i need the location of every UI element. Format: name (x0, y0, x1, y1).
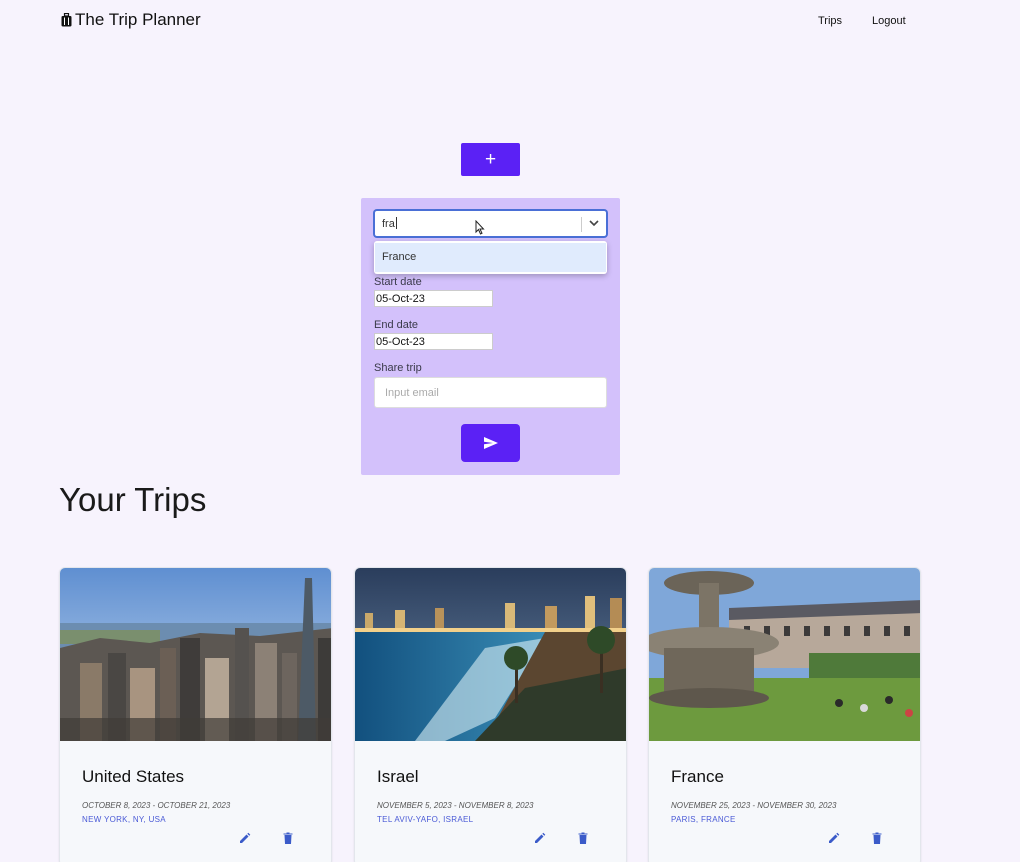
share-trip-label: Share trip (374, 362, 422, 374)
country-dropdown-menu: France (374, 241, 607, 274)
chevron-down-icon[interactable] (587, 216, 601, 230)
edit-icon[interactable] (827, 831, 841, 845)
suitcase-icon (61, 13, 72, 27)
trip-image-new-york (60, 568, 331, 741)
end-date-label: End date (374, 319, 419, 331)
submit-trip-button[interactable] (461, 424, 520, 462)
send-icon (483, 437, 498, 449)
your-trips-heading: Your Trips (59, 481, 207, 518)
trip-title: United States (82, 767, 185, 786)
trip-location: Paris, France (671, 815, 736, 824)
trip-title: Israel (377, 767, 419, 786)
navbar: The Trip Planner Trips Logout (0, 0, 1020, 42)
text-caret (395, 217, 397, 229)
nav-link-trips[interactable]: Trips (818, 15, 842, 27)
add-button-label: + (484, 148, 497, 170)
trash-icon[interactable] (281, 831, 295, 845)
trip-form: fra France Start date End date Share tri… (361, 198, 620, 475)
trip-dates: November 5, 2023 - November 8, 2023 (377, 801, 534, 810)
add-trip-button[interactable]: + (461, 143, 520, 176)
dropdown-option-france[interactable]: France (375, 243, 606, 272)
edit-icon[interactable] (238, 831, 252, 845)
trash-icon[interactable] (576, 831, 590, 845)
trip-title: France (671, 767, 724, 786)
trip-image-paris (649, 568, 920, 741)
end-date-input[interactable] (374, 333, 493, 350)
trip-dates: November 25, 2023 - November 30, 2023 (671, 801, 837, 810)
trip-image-tel-aviv (355, 568, 626, 741)
trip-card: France November 25, 2023 - November 30, … (648, 567, 921, 862)
brand[interactable]: The Trip Planner (61, 10, 201, 30)
trip-location: Tel Aviv-Yafo, Israel (377, 815, 474, 824)
trip-dates: October 8, 2023 - October 21, 2023 (82, 801, 231, 810)
share-email-input[interactable] (374, 377, 607, 408)
edit-icon[interactable] (533, 831, 547, 845)
brand-title: The Trip Planner (75, 10, 201, 29)
mouse-pointer-icon (475, 220, 485, 235)
start-date-label: Start date (374, 276, 422, 288)
trip-card: Israel November 5, 2023 - November 8, 20… (354, 567, 627, 862)
trash-icon[interactable] (870, 831, 884, 845)
nav-link-logout[interactable]: Logout (872, 15, 906, 27)
start-date-input[interactable] (374, 290, 493, 307)
country-select[interactable]: fra (374, 210, 607, 237)
country-select-input[interactable]: fra (382, 217, 397, 230)
select-divider (581, 217, 582, 232)
trip-card: United States October 8, 2023 - October … (59, 567, 332, 862)
trip-location: New York, NY, USA (82, 815, 166, 824)
